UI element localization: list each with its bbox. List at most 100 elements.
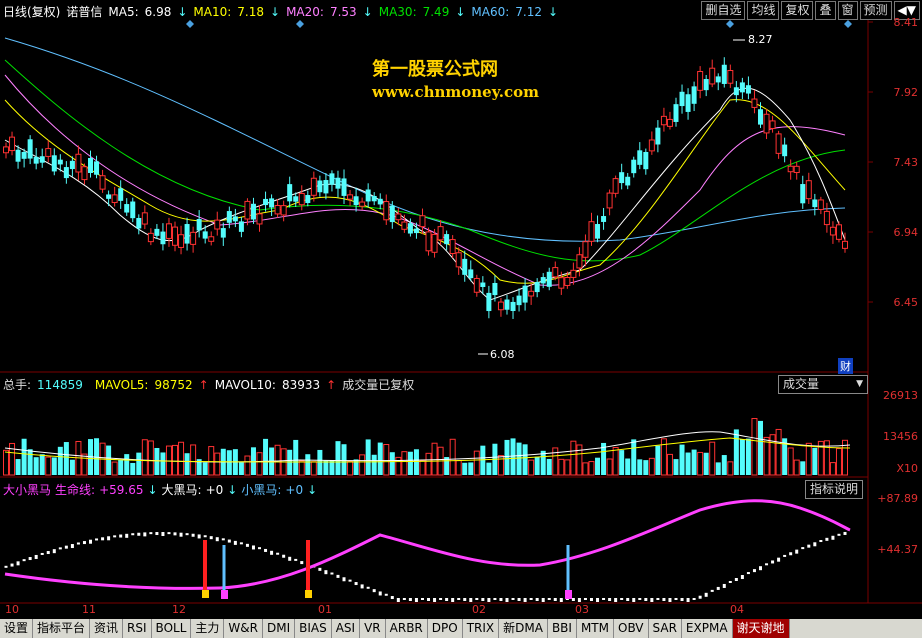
indicator-dot: [360, 584, 364, 589]
volume-bar: [800, 461, 806, 475]
indicator-dot: [457, 598, 461, 600]
tab-11[interactable]: ARBR: [386, 619, 428, 638]
candle-body: [202, 231, 208, 239]
volume-bar: [679, 444, 685, 475]
indicator-dot: [396, 598, 400, 602]
tab-17[interactable]: OBV: [614, 619, 649, 638]
indicator-dot: [499, 598, 503, 601]
finance-badge[interactable]: 财: [838, 358, 853, 374]
candle-body: [154, 228, 160, 236]
indicator-dot: [559, 598, 563, 602]
tab-14[interactable]: 新DMA: [499, 619, 548, 638]
volume-bar: [643, 460, 649, 475]
volume-bar: [462, 462, 468, 475]
tab-18[interactable]: SAR: [649, 619, 682, 638]
volume-header: 总手: 114859 MAVOL5: 98752 ↑ MAVOL10: 83933 ↑ 成交量已…: [3, 376, 420, 393]
volume-indicator-dropdown[interactable]: 成交量 ▼: [778, 375, 868, 394]
tab-20[interactable]: 谢天谢地: [732, 619, 790, 638]
tab-12[interactable]: DPO: [428, 619, 463, 638]
tab-5[interactable]: 主力: [191, 619, 225, 638]
candle-body: [510, 301, 516, 312]
tab-19[interactable]: EXPMA: [682, 619, 733, 638]
candle-body: [130, 201, 136, 219]
tab-13[interactable]: TRIX: [463, 619, 500, 638]
indicator-dot: [173, 532, 177, 536]
tab-3[interactable]: RSI: [123, 619, 152, 638]
tab-10[interactable]: VR: [360, 619, 386, 638]
volume-bar: [383, 444, 390, 476]
tab-9[interactable]: ASI: [332, 619, 361, 638]
tab-1[interactable]: 指标平台: [33, 619, 91, 638]
indicator-dot: [668, 598, 672, 602]
volume-bar: [775, 428, 782, 476]
volume-bar: [540, 450, 546, 475]
indicator-dot: [137, 532, 141, 536]
tab-8[interactable]: BIAS: [295, 619, 332, 638]
volume-bar: [389, 452, 395, 475]
candle-body: [39, 156, 45, 163]
candle-body: [419, 215, 426, 228]
candle-body: [504, 299, 510, 310]
candle-body: [817, 199, 824, 211]
candle-body: [147, 232, 154, 243]
tab-15[interactable]: BBI: [548, 619, 577, 638]
volume-bar: [329, 460, 335, 475]
indicator-dot: [64, 545, 68, 549]
candle-body: [214, 219, 221, 230]
volume-bar: [510, 438, 516, 475]
candle-body: [697, 71, 704, 91]
volume-bar: [3, 449, 9, 476]
indicator-dot: [52, 549, 56, 554]
volume-bar: [576, 444, 583, 476]
volume-bar: [582, 462, 589, 476]
candle-body: [238, 221, 244, 232]
volume-bar: [256, 452, 263, 476]
tab-4[interactable]: BOLL: [152, 619, 192, 638]
volume-bar: [33, 457, 39, 475]
indicator-name[interactable]: 大小黑马: [3, 483, 51, 497]
indicator-dot: [704, 592, 708, 597]
indicator-help-button[interactable]: 指标说明: [805, 480, 864, 499]
tab-2[interactable]: 资讯: [90, 619, 124, 638]
candle-body: [141, 212, 148, 225]
tab-16[interactable]: MTM: [577, 619, 614, 638]
tab-6[interactable]: W&R: [224, 619, 263, 638]
candle-body: [449, 239, 456, 255]
volume-bar: [564, 459, 571, 476]
volume-bar: [612, 446, 619, 476]
volume-bar: [419, 460, 426, 476]
indicator-dot: [324, 570, 328, 575]
indicator-dot: [197, 534, 201, 539]
high-price-annotation: 8.27: [748, 33, 773, 46]
indicator-dot: [608, 598, 612, 601]
candle-body: [709, 67, 716, 85]
chart-canvas: [0, 20, 922, 604]
tab-0[interactable]: 设置: [0, 619, 34, 638]
candle-body: [739, 82, 745, 93]
candle-body: [165, 223, 172, 239]
volume-bar: [763, 436, 770, 476]
indicator-dot: [626, 598, 630, 601]
candle-body: [226, 211, 232, 223]
volume-bar: [721, 455, 727, 475]
candle-body: [631, 159, 637, 174]
indicator-dot: [366, 586, 370, 589]
volume-bar: [685, 452, 691, 475]
indicator-dot: [583, 598, 587, 600]
indicator-dot: [602, 598, 606, 600]
indicator-dot: [686, 598, 690, 602]
indicator-dot: [638, 598, 642, 600]
volume-bar: [63, 442, 69, 475]
tab-7[interactable]: DMI: [263, 619, 296, 638]
candle-body: [444, 234, 450, 245]
volume-bar: [697, 451, 704, 476]
mavol5-label: MAVOL5: 98752 ↑: [94, 378, 209, 392]
volume-bar: [21, 438, 27, 475]
candle-body: [371, 195, 377, 202]
indicator-dot: [348, 579, 352, 582]
volume-bar: [455, 460, 462, 476]
volume-bar: [190, 444, 197, 476]
candle-body: [57, 159, 63, 165]
candle-body: [437, 226, 444, 241]
candle-body: [763, 113, 770, 134]
